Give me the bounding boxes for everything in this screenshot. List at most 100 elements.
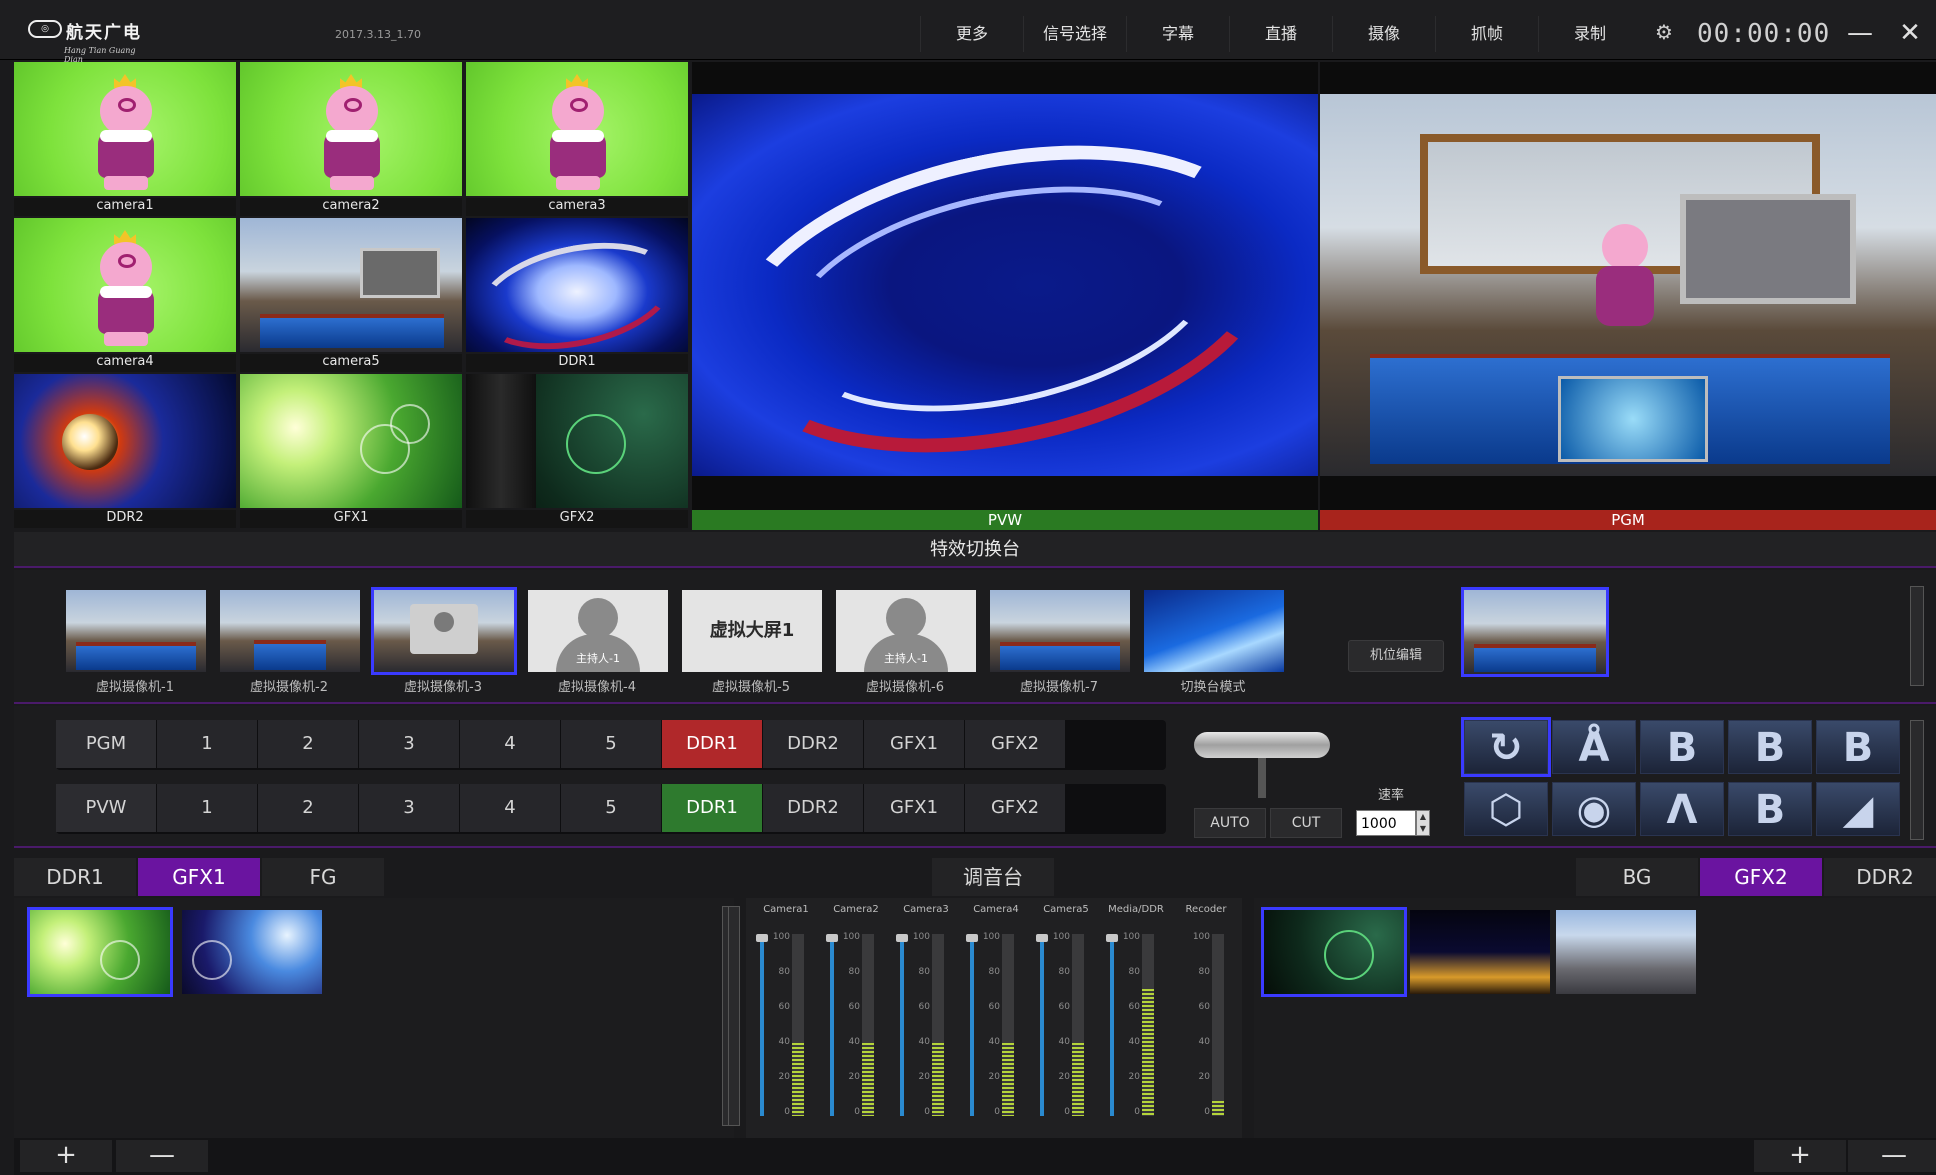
channel-fader[interactable] <box>900 934 904 1116</box>
channel-fader[interactable] <box>830 934 834 1116</box>
source-ddr1[interactable]: DDR1 <box>466 218 688 374</box>
source-camera4[interactable]: camera4 <box>14 218 236 374</box>
menu-live[interactable]: 直播 <box>1229 16 1332 52</box>
virtual-camera-5[interactable]: 虚拟大屏1 虚拟摄像机-5 <box>676 590 826 696</box>
transition-tbar[interactable] <box>1194 732 1330 758</box>
tab-fg[interactable]: FG <box>262 858 384 896</box>
tab-ddr1[interactable]: DDR1 <box>14 858 136 896</box>
fader-knob[interactable] <box>896 934 908 942</box>
source-ddr2[interactable]: DDR2 <box>14 374 236 530</box>
pvw-source-gfx1[interactable]: GFX1 <box>864 784 964 832</box>
transition-effect-7[interactable]: ◉ <box>1552 782 1636 836</box>
transition-effect-9[interactable]: B <box>1728 782 1812 836</box>
menu-subtitle[interactable]: 字幕 <box>1126 16 1229 52</box>
pgm-source-ddr2[interactable]: DDR2 <box>763 720 863 768</box>
pvw-source-3[interactable]: 3 <box>359 784 459 832</box>
pgm-source-gfx1[interactable]: GFX1 <box>864 720 964 768</box>
pvw-label: PVW <box>692 510 1318 530</box>
meter-tick: 60 <box>1058 1002 1070 1012</box>
pgm-source-5[interactable]: 5 <box>561 720 661 768</box>
media-item[interactable] <box>1261 907 1407 997</box>
pgm-source-2[interactable]: 2 <box>258 720 358 768</box>
meter-tick: 20 <box>848 1072 860 1082</box>
tab-gfx2[interactable]: GFX2 <box>1700 858 1822 896</box>
pvw-source-gfx2[interactable]: GFX2 <box>965 784 1065 832</box>
tab-gfx1[interactable]: GFX1 <box>138 858 260 896</box>
pgm-source-ddr1[interactable]: DDR1 <box>662 720 762 768</box>
fader-knob[interactable] <box>756 934 768 942</box>
pgm-source-3[interactable]: 3 <box>359 720 459 768</box>
channel-fader[interactable] <box>970 934 974 1116</box>
pgm-source-1[interactable]: 1 <box>157 720 257 768</box>
menu-capture-frame[interactable]: 抓帧 <box>1435 16 1538 52</box>
program-monitor[interactable]: PGM <box>1320 62 1936 530</box>
level-meter-fill <box>1072 1043 1084 1116</box>
channel-fader[interactable] <box>1040 934 1044 1116</box>
virtual-camera-4[interactable]: 主持人-1 虚拟摄像机-4 <box>522 590 672 696</box>
remove-media-button-right[interactable]: — <box>1848 1140 1936 1172</box>
auto-button[interactable]: AUTO <box>1194 808 1266 838</box>
menu-signal-select[interactable]: 信号选择 <box>1023 16 1126 52</box>
source-gfx2[interactable]: GFX2 <box>466 374 688 530</box>
rate-spinner[interactable]: ▲ ▼ <box>1416 810 1430 836</box>
transition-effect-3[interactable]: B <box>1640 720 1724 774</box>
virtual-camera-2[interactable]: 虚拟摄像机-2 <box>214 590 364 696</box>
mixer-scrollbar[interactable] <box>728 906 740 1126</box>
tab-bg[interactable]: BG <box>1576 858 1698 896</box>
add-media-button-right[interactable]: + <box>1754 1140 1846 1172</box>
transition-effect-4[interactable]: B <box>1728 720 1812 774</box>
vcam-scrollbar[interactable] <box>1910 586 1924 686</box>
channel-fader[interactable] <box>1110 934 1114 1116</box>
fader-knob[interactable] <box>966 934 978 942</box>
transition-effect-5[interactable]: B <box>1816 720 1900 774</box>
pvw-source-2[interactable]: 2 <box>258 784 358 832</box>
meter-tick: 100 <box>912 932 930 942</box>
gear-icon[interactable]: ⚙ <box>1650 18 1678 46</box>
media-item[interactable] <box>1410 910 1550 994</box>
cut-button[interactable]: CUT <box>1270 808 1342 838</box>
fader-knob[interactable] <box>826 934 838 942</box>
menu-camera[interactable]: 摄像 <box>1332 16 1435 52</box>
virtual-camera-1[interactable]: 虚拟摄像机-1 <box>60 590 210 696</box>
source-camera5[interactable]: camera5 <box>240 218 462 374</box>
add-media-button[interactable]: + <box>20 1140 112 1172</box>
transition-scrollbar[interactable] <box>1910 720 1924 840</box>
transition-effect-1[interactable]: ↻ <box>1461 717 1551 777</box>
menu-more[interactable]: 更多 <box>920 16 1023 52</box>
source-camera3[interactable]: camera3 <box>466 62 688 218</box>
switcher-mode[interactable]: 切换台模式 <box>1138 590 1288 696</box>
transition-effect-8[interactable]: Λ <box>1640 782 1724 836</box>
media-item[interactable] <box>1556 910 1696 994</box>
virtual-camera-7[interactable]: 虚拟摄像机-7 <box>984 590 1134 696</box>
rate-input[interactable]: 1000 <box>1356 810 1416 836</box>
preview-monitor[interactable]: PVW <box>692 62 1318 530</box>
source-label: GFX2 <box>466 510 688 528</box>
pgm-source-gfx2[interactable]: GFX2 <box>965 720 1065 768</box>
pvw-source-4[interactable]: 4 <box>460 784 560 832</box>
virtual-camera-6[interactable]: 主持人-1 虚拟摄像机-6 <box>830 590 980 696</box>
close-button[interactable]: ✕ <box>1890 16 1930 52</box>
menu-record[interactable]: 录制 <box>1538 16 1641 52</box>
tab-ddr2[interactable]: DDR2 <box>1824 858 1936 896</box>
virtual-camera-3[interactable]: 虚拟摄像机-3 <box>368 587 518 696</box>
source-gfx1[interactable]: GFX1 <box>240 374 462 530</box>
channel-fader[interactable] <box>760 934 764 1116</box>
source-camera2[interactable]: camera2 <box>240 62 462 218</box>
transition-effect-10[interactable]: ◢ <box>1816 782 1900 836</box>
source-label: camera5 <box>240 354 462 372</box>
fader-knob[interactable] <box>1106 934 1118 942</box>
remove-media-button[interactable]: — <box>116 1140 208 1172</box>
transition-effect-2[interactable]: Å <box>1552 720 1636 774</box>
source-camera1[interactable]: camera1 <box>14 62 236 218</box>
pvw-source-ddr2[interactable]: DDR2 <box>763 784 863 832</box>
transition-effect-6[interactable]: ⬡ <box>1464 782 1548 836</box>
media-item[interactable] <box>182 910 322 994</box>
camera-edit-button[interactable]: 机位编辑 <box>1348 640 1444 672</box>
pvw-source-5[interactable]: 5 <box>561 784 661 832</box>
fader-knob[interactable] <box>1036 934 1048 942</box>
pgm-source-4[interactable]: 4 <box>460 720 560 768</box>
minimize-button[interactable]: — <box>1840 16 1880 52</box>
pvw-source-ddr1[interactable]: DDR1 <box>662 784 762 832</box>
media-item[interactable] <box>27 907 173 997</box>
pvw-source-1[interactable]: 1 <box>157 784 257 832</box>
